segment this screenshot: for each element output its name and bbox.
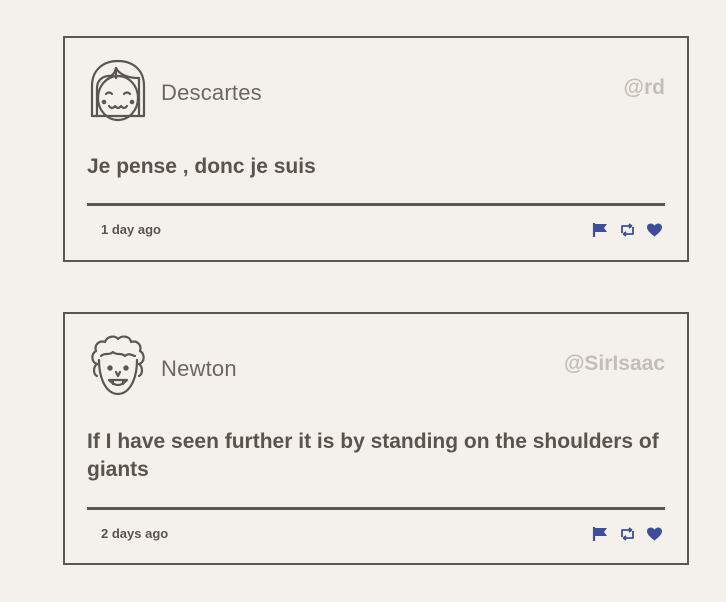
tweet-actions — [592, 526, 663, 542]
author-handle[interactable]: @rd — [624, 76, 665, 100]
tweet-card: Descartes @rd Je pense , donc je suis 1 … — [63, 36, 689, 262]
tweet-header: Descartes @rd — [87, 58, 665, 124]
author-name[interactable]: Newton — [161, 356, 237, 382]
retweet-icon[interactable] — [619, 222, 636, 238]
tweet-card: Newton @SirIsaac If I have seen further … — [63, 312, 689, 565]
heart-icon[interactable] — [646, 526, 663, 542]
tweet-header: Newton @SirIsaac — [87, 334, 665, 400]
divider — [87, 203, 665, 206]
tweet-feed: Descartes @rd Je pense , donc je suis 1 … — [0, 0, 726, 602]
tweet-footer: 1 day ago — [87, 219, 665, 241]
divider — [87, 507, 665, 510]
author-name[interactable]: Descartes — [161, 80, 262, 106]
girl-face-icon — [87, 58, 149, 124]
tweet-timestamp: 1 day ago — [101, 222, 161, 237]
flag-icon[interactable] — [592, 526, 609, 542]
retweet-icon[interactable] — [619, 526, 636, 542]
author-handle[interactable]: @SirIsaac — [564, 352, 665, 376]
tweet-timestamp: 2 days ago — [101, 526, 169, 541]
tweet-footer: 2 days ago — [87, 523, 665, 545]
tweet-actions — [592, 222, 663, 238]
tweet-message: If I have seen further it is by standing… — [87, 430, 659, 481]
flag-icon[interactable] — [592, 222, 609, 238]
tweet-message: Je pense , donc je suis — [87, 155, 316, 178]
curly-hair-face-icon — [87, 334, 149, 400]
heart-icon[interactable] — [646, 222, 663, 238]
